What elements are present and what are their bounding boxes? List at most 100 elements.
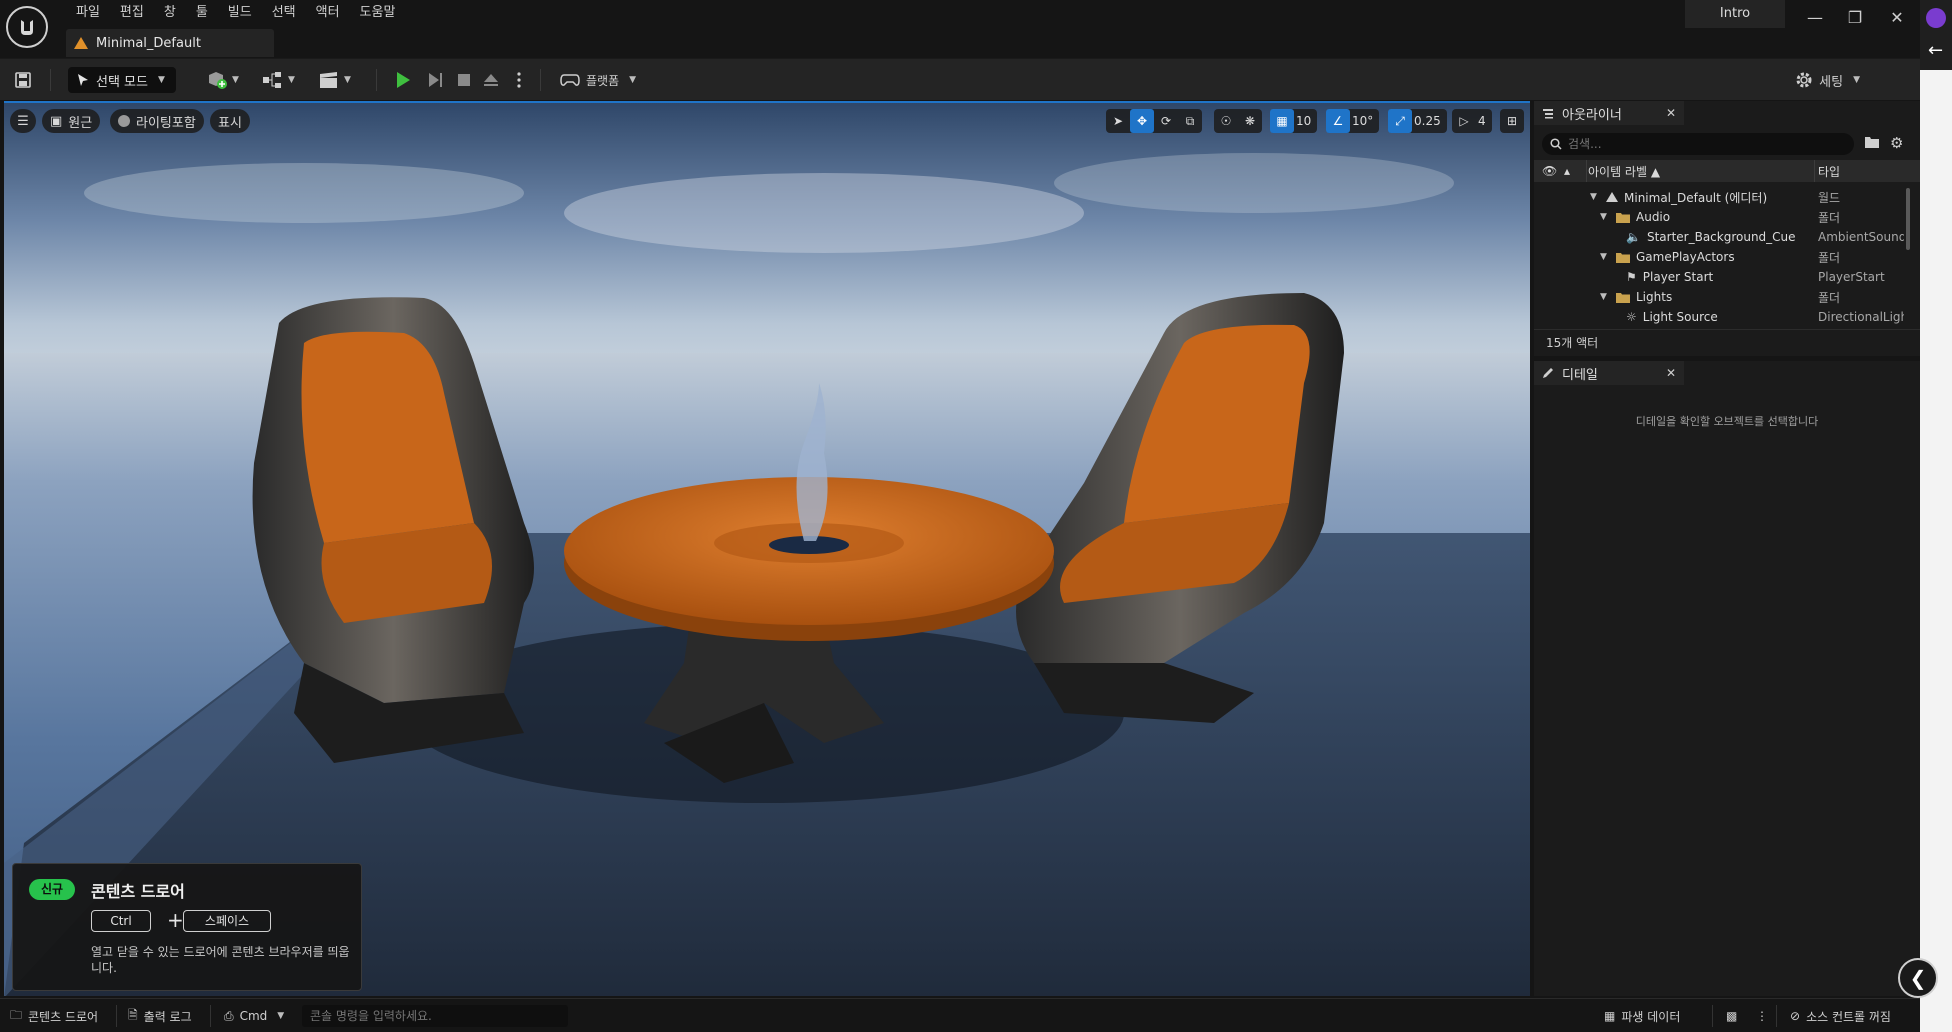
plus-sign: +: [167, 908, 184, 932]
level-viewport[interactable]: ☰ ▣ 원근 라이팅포함 표시 ➤ ✥ ⟳ ⧉ ☉ ❋ ▦ 10 ∠ 10° ⤢…: [4, 101, 1530, 996]
close-icon[interactable]: ✕: [1666, 366, 1676, 380]
menu-build[interactable]: 빌드: [218, 2, 262, 24]
back-arrow-icon[interactable]: ←: [1928, 40, 1943, 61]
pencil-icon: [1543, 368, 1553, 378]
play-button[interactable]: [394, 67, 412, 93]
title-bar: 파일 편집 창 툴 빌드 선택 액터 도움말 Minimal_Default I…: [0, 0, 1920, 58]
tree-row[interactable]: ☼ Light Source DirectionalLight: [1534, 307, 1904, 327]
column-type[interactable]: 타입: [1818, 163, 1840, 180]
space-key: 스페이스: [183, 910, 271, 932]
view-mode-dropdown[interactable]: 라이팅포함: [110, 109, 204, 133]
menu-window[interactable]: 창: [154, 2, 186, 24]
column-item-label[interactable]: 아이템 라벨 ▲: [1588, 163, 1660, 180]
save-icon[interactable]: [14, 67, 32, 93]
menu-actor[interactable]: 액터: [306, 2, 350, 24]
pin-column-icon[interactable]: ▴: [1564, 164, 1570, 178]
main-toolbar: 선택 모드 ▼ ▼ ▼ ▼ 플랫폼 ▼ 세팅 ▼: [0, 58, 1920, 100]
close-window-icon[interactable]: ✕: [1882, 4, 1912, 30]
actor-count: 15개 액터: [1534, 329, 1920, 355]
search-input[interactable]: [1568, 137, 1838, 151]
details-tab[interactable]: 디테일 ✕: [1534, 361, 1684, 385]
settings-dropdown[interactable]: 세팅 ▼: [1795, 67, 1860, 93]
viewport-layout-button[interactable]: ⊞: [1500, 109, 1524, 133]
expand-icon[interactable]: ▼: [1600, 292, 1610, 302]
content-drawer-button[interactable]: 🗀 콘텐츠 드로어: [10, 1006, 98, 1026]
select-tool-icon[interactable]: ➤: [1106, 109, 1130, 133]
eject-button[interactable]: [482, 67, 500, 93]
play-options-icon[interactable]: [516, 67, 522, 93]
scale-snap-toggle[interactable]: ⤢ 0.25: [1388, 109, 1447, 133]
tree-row[interactable]: ▼ Audio 폴더: [1534, 207, 1904, 227]
select-mode-label: 선택 모드: [96, 74, 148, 90]
tree-row[interactable]: 🔈 Starter_Background_Cue AmbientSound: [1534, 227, 1904, 247]
level-tab[interactable]: Minimal_Default: [66, 29, 274, 57]
viewport-menu-icon[interactable]: ☰: [10, 109, 36, 133]
gear-icon: [1796, 72, 1812, 88]
world-globe-icon[interactable]: ☉: [1214, 109, 1238, 133]
tree-item-name: Player Start: [1642, 270, 1714, 284]
surface-snap-icon[interactable]: ❋: [1238, 109, 1262, 133]
outliner-scrollbar[interactable]: [1906, 188, 1910, 250]
move-tool-icon[interactable]: ✥: [1130, 109, 1154, 133]
show-dropdown[interactable]: 표시: [210, 109, 250, 133]
expand-icon[interactable]: ▼: [1600, 252, 1610, 262]
chevron-down-icon: ▼: [288, 75, 295, 85]
derived-data-button[interactable]: ▦ 파생 데이터: [1604, 1006, 1680, 1026]
transform-tools: ➤ ✥ ⟳ ⧉: [1106, 109, 1202, 133]
visibility-column-icon[interactable]: 👁: [1542, 164, 1557, 178]
grid-snap-toggle[interactable]: ▦ 10: [1270, 109, 1318, 133]
menu-file[interactable]: 파일: [66, 2, 110, 24]
source-control-button[interactable]: ⊘ 소스 컨트롤 꺼짐: [1790, 1006, 1891, 1026]
collapse-back-icon[interactable]: ❮: [1898, 958, 1938, 998]
outliner-settings-icon[interactable]: ⚙: [1890, 134, 1903, 152]
cmd-dropdown[interactable]: ⎙ Cmd ▼: [224, 1006, 284, 1026]
menu-tools[interactable]: 툴: [186, 2, 218, 24]
status-bar: 🗀 콘텐츠 드로어 🗎 출력 로그 ⎙ Cmd ▼ ▦ 파생 데이터 ▩ ⋮ ⊘…: [0, 998, 1920, 1032]
platforms-dropdown[interactable]: 플랫폼 ▼: [560, 67, 636, 93]
camera-speed-button[interactable]: ▷ 4: [1452, 109, 1492, 133]
lit-sphere-icon: [118, 115, 130, 127]
directional-light-icon: ☼: [1626, 310, 1637, 324]
cmd-label: Cmd: [239, 1009, 268, 1023]
add-folder-icon[interactable]: [1864, 135, 1880, 152]
tree-row[interactable]: ▼ Minimal_Default (에디터) 월드: [1534, 187, 1904, 207]
select-mode-dropdown[interactable]: 선택 모드 ▼: [68, 67, 176, 93]
adjacent-window-strip: ←: [1920, 0, 1952, 1032]
outliner-tab[interactable]: 아웃라이너 ✕: [1534, 101, 1684, 125]
more-options-icon[interactable]: ⋮: [1756, 1006, 1768, 1026]
add-actor-button[interactable]: ▼: [206, 67, 239, 93]
gamepad-icon: [560, 74, 580, 86]
tree-row[interactable]: ⚑ Player Start PlayerStart: [1534, 267, 1904, 287]
minimize-icon[interactable]: —: [1800, 4, 1830, 30]
unreal-logo-icon[interactable]: [6, 6, 48, 48]
scale-tool-icon[interactable]: ⧉: [1178, 109, 1202, 133]
blueprint-icon: [263, 72, 281, 88]
outliner-search[interactable]: [1542, 133, 1854, 155]
tree-row[interactable]: ▼ Lights 폴더: [1534, 287, 1904, 307]
console-input[interactable]: [310, 1005, 560, 1027]
close-icon[interactable]: ✕: [1666, 106, 1676, 120]
blueprint-button[interactable]: ▼: [262, 67, 295, 93]
output-log-button[interactable]: 🗎 출력 로그: [128, 1006, 192, 1026]
stop-icon: [458, 74, 470, 86]
restore-icon[interactable]: ❐: [1840, 4, 1870, 30]
rotation-snap-toggle[interactable]: ∠ 10°: [1326, 109, 1380, 133]
menu-edit[interactable]: 편집: [110, 2, 154, 24]
expand-icon[interactable]: ▼: [1590, 192, 1600, 202]
tree-row[interactable]: ▼ GamePlayActors 폴더: [1534, 247, 1904, 267]
stop-button[interactable]: [456, 67, 472, 93]
settings-label: 세팅: [1819, 74, 1844, 90]
rotate-tool-icon[interactable]: ⟳: [1154, 109, 1178, 133]
perspective-dropdown[interactable]: ▣ 원근: [42, 109, 101, 133]
menu-select[interactable]: 선택: [262, 2, 306, 24]
trace-icon[interactable]: ▩: [1726, 1006, 1737, 1026]
expand-icon[interactable]: ▼: [1600, 212, 1610, 222]
scale-arrow-icon: ⤢: [1388, 109, 1412, 133]
menu-help[interactable]: 도움말: [350, 2, 406, 24]
cinematics-button[interactable]: ▼: [318, 67, 351, 93]
console-field[interactable]: [302, 1005, 568, 1027]
app-badge-icon[interactable]: [1926, 8, 1946, 28]
platforms-label: 플랫폼: [586, 73, 620, 88]
chevron-down-icon: ▼: [232, 75, 239, 85]
advance-frame-button[interactable]: [426, 67, 444, 93]
